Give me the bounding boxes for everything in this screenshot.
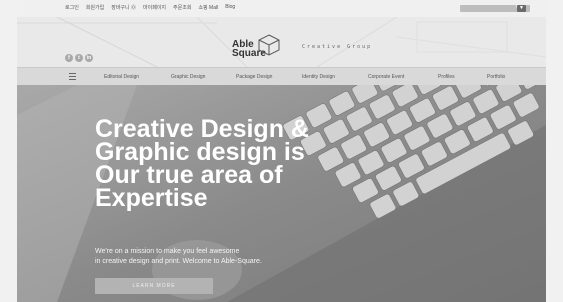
nav-item-package-design[interactable]: Package Design	[236, 74, 272, 80]
utility-links: 로그인 회원가입 장바구니 ⓪ 마이페이지 주문조회 쇼핑 Mall Blog	[65, 4, 235, 11]
mall-link[interactable]: 쇼핑 Mall	[198, 4, 218, 11]
mypage-link[interactable]: 마이페이지	[143, 4, 166, 11]
blog-link[interactable]: Blog	[225, 4, 235, 11]
twitter-icon[interactable]: t	[75, 54, 83, 62]
cube-logo-icon	[258, 34, 280, 56]
website-frame: 로그인 회원가입 장바구니 ⓪ 마이페이지 주문조회 쇼핑 Mall Blog …	[17, 0, 546, 302]
nav-item-identity-design[interactable]: Identity Design	[302, 74, 335, 80]
nav-item-graphic-design[interactable]: Graphic Design	[171, 74, 205, 80]
hero-banner: Creative Design & Graphic design is Our …	[17, 85, 546, 302]
learn-more-button[interactable]: LEARN MORE	[95, 278, 213, 294]
header-background-pattern	[17, 17, 546, 67]
nav-item-portfolio[interactable]: Portfolio	[487, 74, 505, 80]
hero-description: We're on a mission to make you feel awes…	[95, 247, 262, 267]
linkedin-icon[interactable]: in	[85, 54, 93, 62]
hero-description-line-1: We're on a mission to make you feel awes…	[95, 248, 240, 255]
cart-link[interactable]: 장바구니 ⓪	[111, 4, 136, 11]
social-links: f t in	[65, 54, 93, 62]
hero-headline-line-4: Expertise	[95, 184, 208, 212]
signup-link[interactable]: 회원가입	[86, 4, 104, 11]
nav-item-corporate-event[interactable]: Corporate Event	[368, 74, 404, 80]
hero-description-line-2: in creative design and print. Welcome to…	[95, 258, 262, 265]
hamburger-menu-icon[interactable]	[69, 73, 76, 82]
hero-headline: Creative Design & Graphic design is Our …	[95, 117, 395, 212]
lang-icon: ▼	[519, 5, 524, 11]
site-header: f t in Able Square Creative Group	[17, 17, 546, 67]
nav-item-editorial-design[interactable]: Editorial Design	[104, 74, 139, 80]
language-button[interactable]: ▼	[517, 5, 526, 12]
login-link[interactable]: 로그인	[65, 4, 79, 11]
order-link[interactable]: 주문조회	[173, 4, 191, 11]
facebook-icon[interactable]: f	[65, 54, 73, 62]
top-utility-bar: 로그인 회원가입 장바구니 ⓪ 마이페이지 주문조회 쇼핑 Mall Blog …	[17, 0, 546, 18]
nav-item-profiles[interactable]: Profiles	[438, 74, 455, 80]
logo-subtitle: Creative Group	[302, 44, 373, 50]
main-navigation: Editorial Design Graphic Design Package …	[17, 67, 546, 86]
